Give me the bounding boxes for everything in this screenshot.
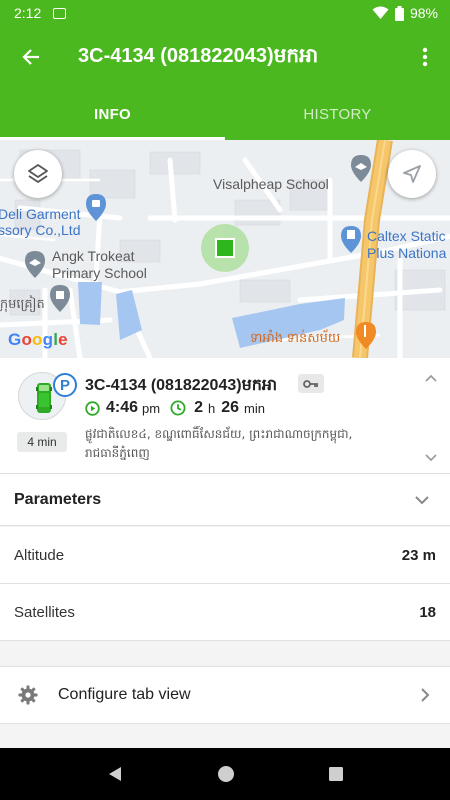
expand-more-icon: [415, 495, 429, 504]
configure-tab-view-row[interactable]: Configure tab view: [0, 666, 450, 724]
tab-bar: INFO HISTORY: [0, 88, 450, 140]
status-icons: 98%: [372, 5, 438, 21]
parked-badge: P: [53, 373, 77, 397]
parameter-row-altitude: Altitude 23 m: [0, 527, 450, 584]
object-card[interactable]: P 4 min 3C-4134 (081822043)មកអា 4:46 pm …: [0, 358, 450, 474]
system-nav-bar: [0, 748, 450, 800]
wifi-icon: [372, 6, 389, 19]
nav-recents-icon[interactable]: [328, 766, 344, 782]
time-row: 4:46 pm 2 h 26 min: [85, 399, 265, 417]
map-my-location-button[interactable]: [388, 150, 436, 198]
battery-icon: [394, 5, 404, 21]
last-time-value: 4:46: [106, 399, 139, 416]
map-label-left-khmer: ក្រុមគ្រៀត: [0, 296, 45, 311]
page-title: 3C-4134 (081822043)មកអា: [78, 45, 319, 67]
parameter-row-satellites: Satellites 18: [0, 584, 450, 641]
chevron-up-icon[interactable]: [422, 370, 440, 388]
map-label-restaurant: ទាអាំង ទាន់សម័យ: [250, 330, 341, 345]
map-label-angk-1: Angk Trokeat: [52, 248, 135, 264]
gear-icon: [18, 685, 38, 705]
map-label-caltex-1: Caltex Static: [367, 228, 446, 244]
duration-minutes: 26: [221, 399, 240, 416]
map-label-angk-2: Primary School: [52, 265, 147, 281]
map-view[interactable]: Visalpheap School Deli Garment ssory Co.…: [0, 140, 450, 358]
configure-tab-view-label: Configure tab view: [58, 686, 191, 703]
image-notification-icon: [53, 7, 67, 19]
chevron-down-icon[interactable]: [422, 448, 440, 466]
play-circle-icon: [85, 400, 100, 416]
key-icon: [303, 379, 318, 388]
more-vert-icon: [422, 47, 428, 67]
screen: 2:12 98% 3C-4134 (081822043)មកអា INFO HI…: [0, 0, 450, 800]
last-time-unit: pm: [142, 400, 161, 416]
more-options-button[interactable]: [400, 26, 450, 88]
status-time: 2:12: [14, 5, 42, 21]
layers-icon: [28, 164, 48, 183]
nav-home-icon[interactable]: [216, 764, 236, 784]
tab-history[interactable]: HISTORY: [225, 88, 450, 140]
map-label-caltex-2: Plus Nationa: [367, 245, 447, 261]
parameters-header[interactable]: Parameters: [0, 474, 450, 526]
object-address: ផ្លូវជាតិលេខ៤, ខណ្ឌពោធិ៍សែនជ័យ, ព្រះរាជា…: [85, 427, 353, 460]
parameters-title: Parameters: [14, 490, 102, 508]
chevron-right-icon: [421, 688, 430, 702]
duration-hours-unit: h: [208, 400, 216, 416]
last-update-chip: 4 min: [17, 432, 67, 452]
parameter-value: 18: [419, 603, 436, 621]
app-bar: 3C-4134 (081822043)មកអា: [0, 26, 450, 88]
map-label-visalpheap: Visalpheap School: [213, 176, 329, 192]
map-label-deli-2: ssory Co.,Ltd: [0, 222, 81, 238]
tab-info[interactable]: INFO: [0, 88, 225, 140]
clock-icon: [170, 400, 186, 416]
nav-back-icon[interactable]: [106, 765, 124, 783]
parameter-label: Altitude: [14, 546, 65, 564]
ignition-key-chip: [298, 374, 324, 393]
navigation-icon: [403, 165, 421, 183]
parameter-label: Satellites: [14, 603, 75, 621]
google-logo: Google: [8, 330, 68, 349]
status-bar: 2:12 98%: [0, 0, 450, 26]
map-label-deli-1: Deli Garment: [0, 206, 81, 222]
duration-minutes-unit: min: [244, 400, 265, 416]
duration-hours: 2: [194, 399, 203, 416]
map-layers-button[interactable]: [14, 150, 62, 198]
battery-percent: 98%: [409, 5, 438, 21]
parameter-value: 23 m: [401, 546, 436, 564]
object-title: 3C-4134 (081822043)មកអា: [85, 377, 278, 394]
back-button[interactable]: [0, 26, 62, 88]
arrow-back-icon: [22, 49, 39, 65]
